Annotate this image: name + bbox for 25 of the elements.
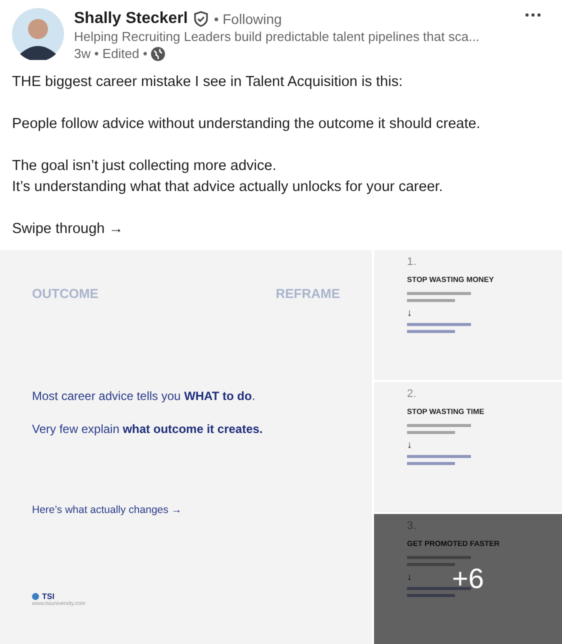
logo-text: TSI	[42, 592, 54, 601]
post-text: Swipe through →	[12, 220, 124, 239]
globe-icon	[151, 46, 166, 60]
verified-icon	[192, 11, 209, 27]
follow-status: • Following	[214, 11, 282, 27]
more-count: +6	[452, 563, 484, 595]
slide-number: 2.	[407, 388, 418, 400]
slide-label: REFRAME	[276, 286, 340, 301]
slide-cta: Here’s what actually changes →	[32, 504, 183, 516]
slide-text: Most career advice tells you WHAT to do.	[32, 389, 256, 403]
slide-text: Very few explain what outcome it creates.	[32, 422, 264, 436]
avatar[interactable]	[12, 8, 64, 60]
author-headline: Helping Recruiting Leaders build predictable talent pipelines that sca...	[74, 28, 480, 45]
down-arrow: ↓	[407, 308, 412, 319]
more-options-icon[interactable]	[524, 12, 542, 18]
author-name[interactable]: Shally Steckerl	[74, 10, 188, 28]
post-text: The goal isn’t just collecting more advice. It’s understanding what that advice actually unlocks for your career.	[12, 157, 444, 197]
post-time: 3w • Edited •	[74, 45, 148, 62]
post-text: THE biggest career mistake I see in Talent Acquisition is this:	[12, 73, 404, 92]
slide-number: 1.	[407, 256, 418, 268]
down-arrow: ↓	[407, 440, 412, 451]
down-arrow: ↓	[407, 572, 412, 583]
slide-label: OUTCOME	[32, 286, 98, 301]
logo-icon	[32, 593, 39, 600]
post-text: People follow advice without understanding the outcome it should create.	[12, 115, 482, 134]
